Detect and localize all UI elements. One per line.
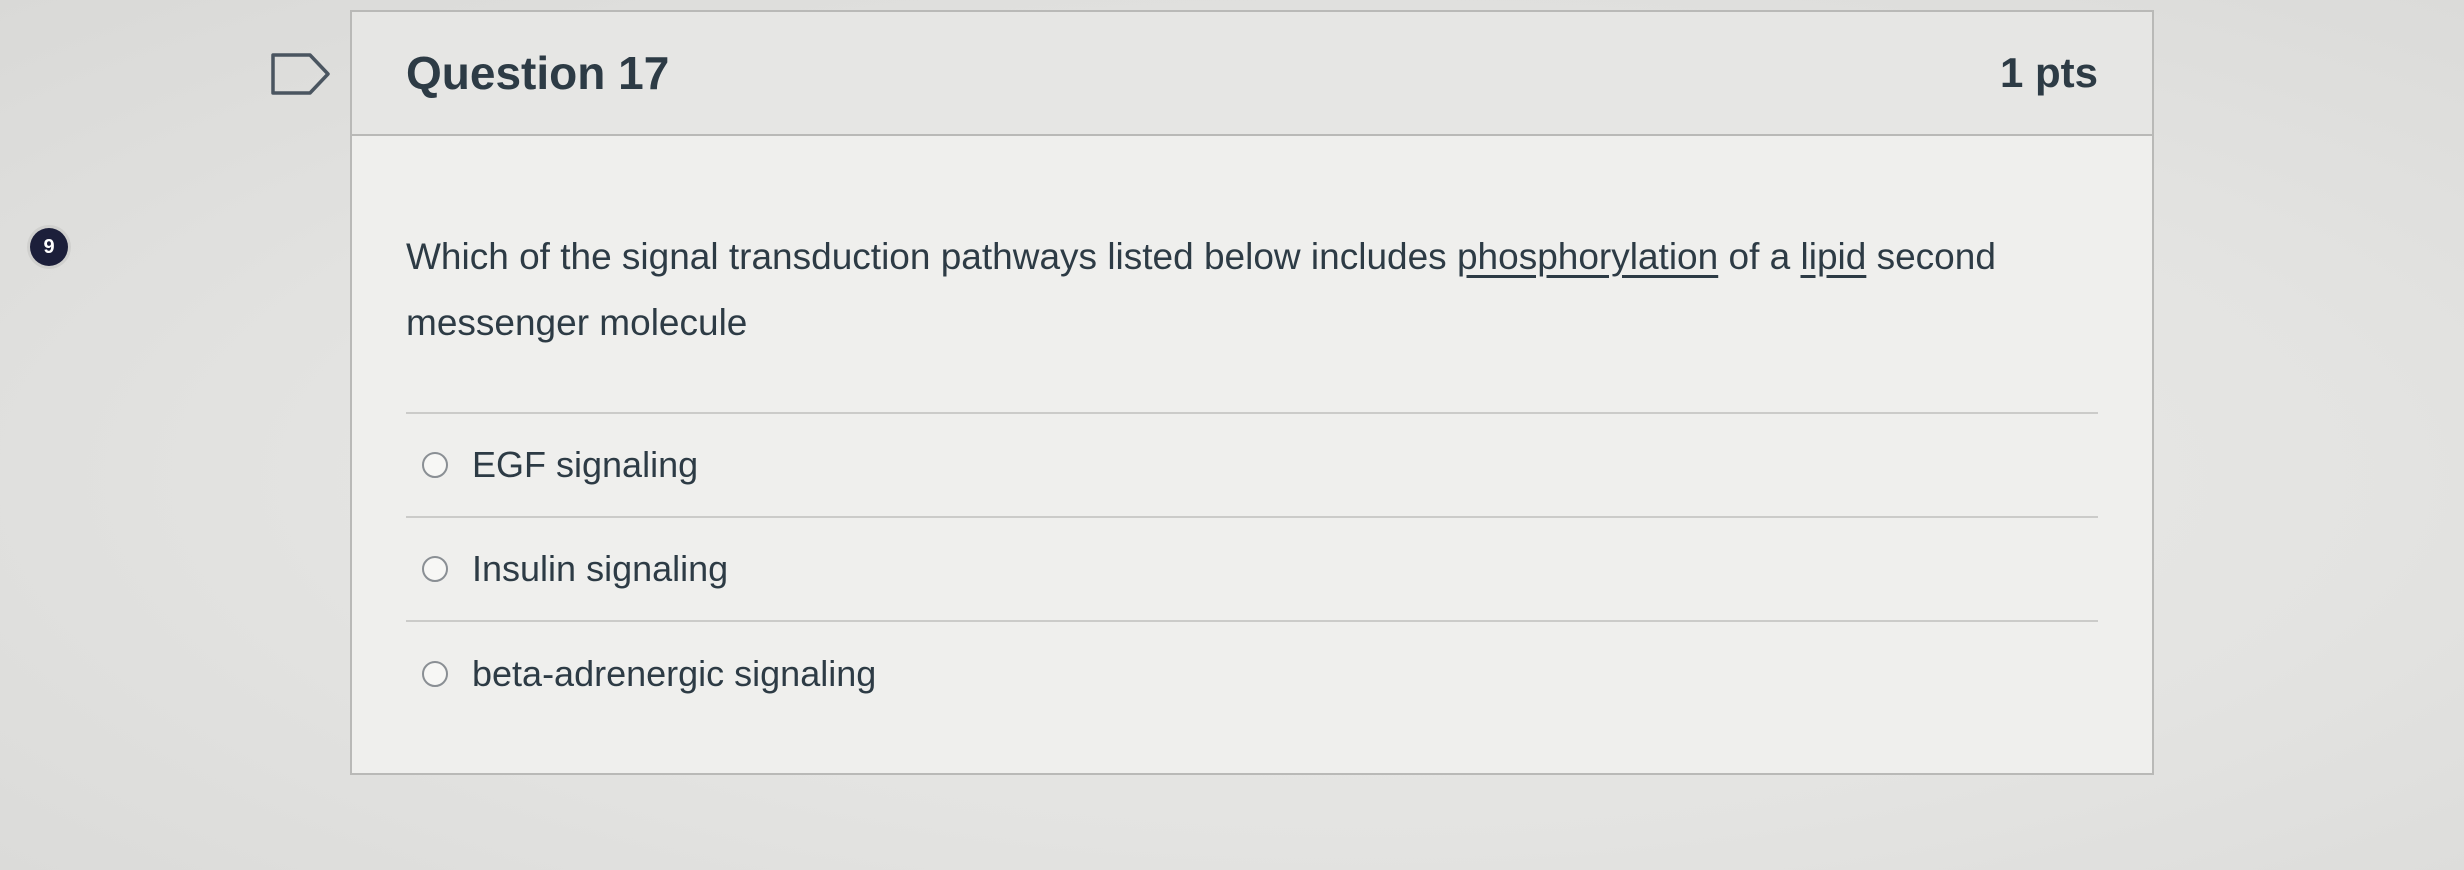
question-text-part: of a	[1718, 236, 1801, 277]
underlined-term-lipid: lipid	[1800, 236, 1867, 277]
question-header: Question 17 1 pts	[352, 12, 2152, 136]
radio-button-icon[interactable]	[422, 661, 448, 687]
question-body: Which of the signal transduction pathway…	[352, 136, 2152, 726]
question-card: Question 17 1 pts Which of the signal tr…	[350, 10, 2154, 775]
question-title: Question 17	[406, 47, 670, 99]
flag-question-icon[interactable]	[270, 52, 332, 96]
answer-option-insulin[interactable]: Insulin signaling	[406, 518, 2098, 622]
question-points: 1 pts	[1999, 49, 2098, 96]
question-text-part: Which of the signal transduction pathway…	[406, 236, 1457, 277]
answer-list: EGF signaling Insulin signaling beta-adr…	[406, 412, 2098, 726]
question-text: Which of the signal transduction pathway…	[406, 224, 2096, 356]
answer-label[interactable]: EGF signaling	[472, 444, 698, 486]
underlined-term-phosphorylation: phosphorylation	[1456, 236, 1719, 277]
radio-button-icon[interactable]	[422, 452, 448, 478]
answer-label[interactable]: beta-adrenergic signaling	[472, 653, 876, 695]
radio-button-icon[interactable]	[422, 556, 448, 582]
answer-option-egf[interactable]: EGF signaling	[406, 414, 2098, 518]
answer-label[interactable]: Insulin signaling	[472, 548, 728, 590]
answer-option-beta-adrenergic[interactable]: beta-adrenergic signaling	[406, 622, 2098, 726]
question-number-badge[interactable]: 9	[30, 228, 68, 266]
